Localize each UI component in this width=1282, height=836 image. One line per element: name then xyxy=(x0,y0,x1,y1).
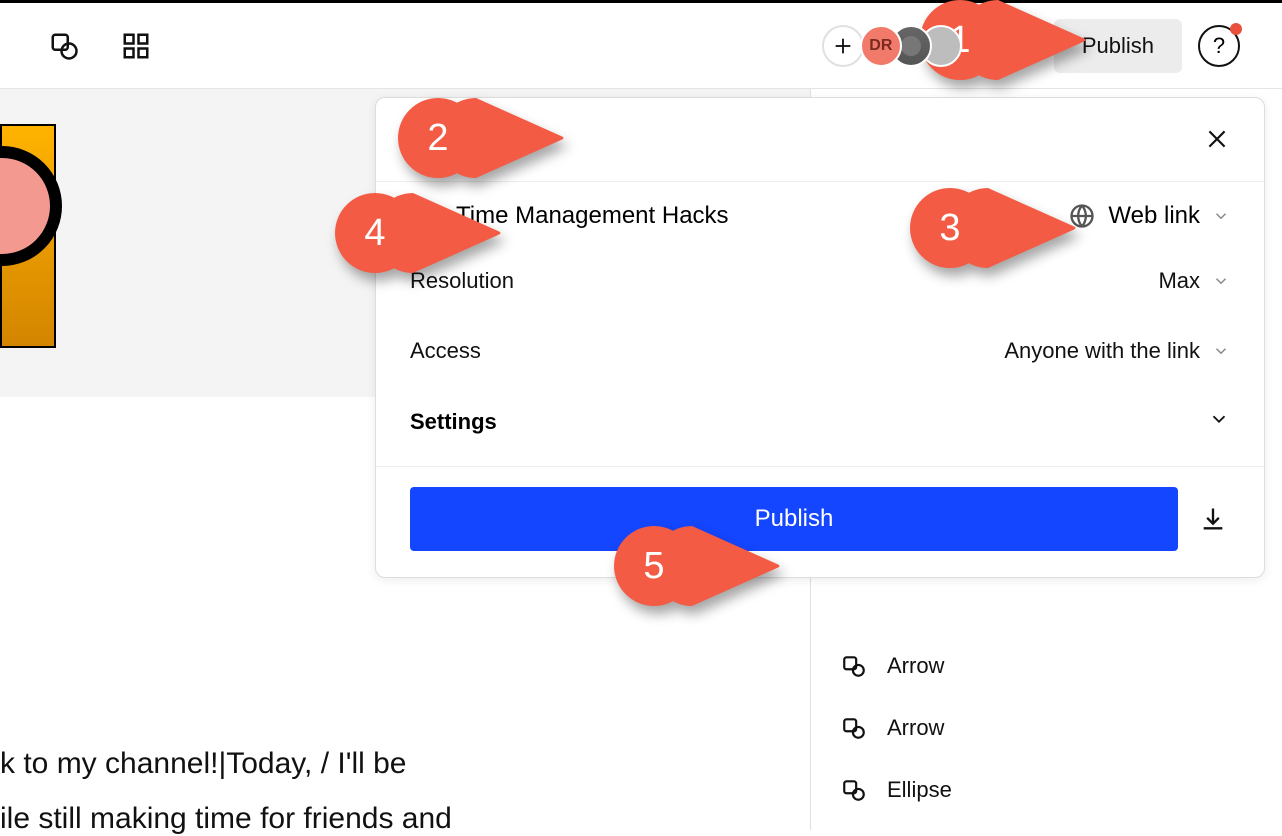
document-text-line: k to my channel!|Today, / I'll be xyxy=(0,740,760,788)
access-label: Access xyxy=(410,338,481,364)
help-button[interactable]: ? xyxy=(1198,25,1240,67)
publish-primary-button[interactable]: Publish xyxy=(410,487,1178,551)
notification-dot xyxy=(1230,23,1242,35)
download-button[interactable] xyxy=(1196,502,1230,536)
resolution-value: Max xyxy=(1158,268,1200,294)
close-button[interactable] xyxy=(1204,126,1230,157)
callout-number: 2 xyxy=(427,117,448,160)
add-button[interactable] xyxy=(822,25,864,67)
share-mode-value: Web link xyxy=(1108,202,1200,230)
layer-item[interactable]: Arrow xyxy=(811,635,1282,697)
clock-illustration xyxy=(0,146,62,266)
shape-icon xyxy=(841,653,867,679)
header-left xyxy=(0,30,152,62)
chevron-down-icon xyxy=(1208,408,1230,430)
avatar: DR xyxy=(860,25,902,67)
collaborator-avatars[interactable]: DR xyxy=(880,25,962,67)
layer-list: Arrow Arrow Ellipse xyxy=(811,635,1282,821)
shapes-icon[interactable] xyxy=(48,30,80,62)
project-row[interactable]: Time Management Hacks Web link xyxy=(376,182,1264,246)
layer-item[interactable]: Arrow xyxy=(811,697,1282,759)
grid-icon[interactable] xyxy=(120,30,152,62)
shape-icon xyxy=(841,715,867,741)
chevron-down-icon xyxy=(1212,207,1230,225)
access-row[interactable]: Access Anyone with the link xyxy=(376,316,1264,386)
chevron-down-icon xyxy=(1212,342,1230,360)
app-header: DR Publish ? xyxy=(0,3,1282,89)
callout-number: 3 xyxy=(939,207,960,250)
layer-label: Arrow xyxy=(887,653,944,679)
layer-item[interactable]: Ellipse xyxy=(811,759,1282,821)
help-icon: ? xyxy=(1213,33,1225,59)
layer-label: Ellipse xyxy=(887,777,952,803)
access-value: Anyone with the link xyxy=(1004,338,1200,364)
artwork-thumbnail xyxy=(0,124,56,348)
modal-footer: Publish xyxy=(376,466,1264,577)
settings-row[interactable]: Settings xyxy=(376,386,1264,466)
chevron-down-icon xyxy=(1212,272,1230,290)
settings-label: Settings xyxy=(410,409,497,435)
document-text-line: ile still making time for friends and xyxy=(0,802,452,836)
resolution-row[interactable]: Resolution Max xyxy=(376,246,1264,316)
callout-number: 4 xyxy=(364,212,385,255)
callout-number: 5 xyxy=(643,545,664,588)
layer-label: Arrow xyxy=(887,715,944,741)
shape-icon xyxy=(841,777,867,803)
